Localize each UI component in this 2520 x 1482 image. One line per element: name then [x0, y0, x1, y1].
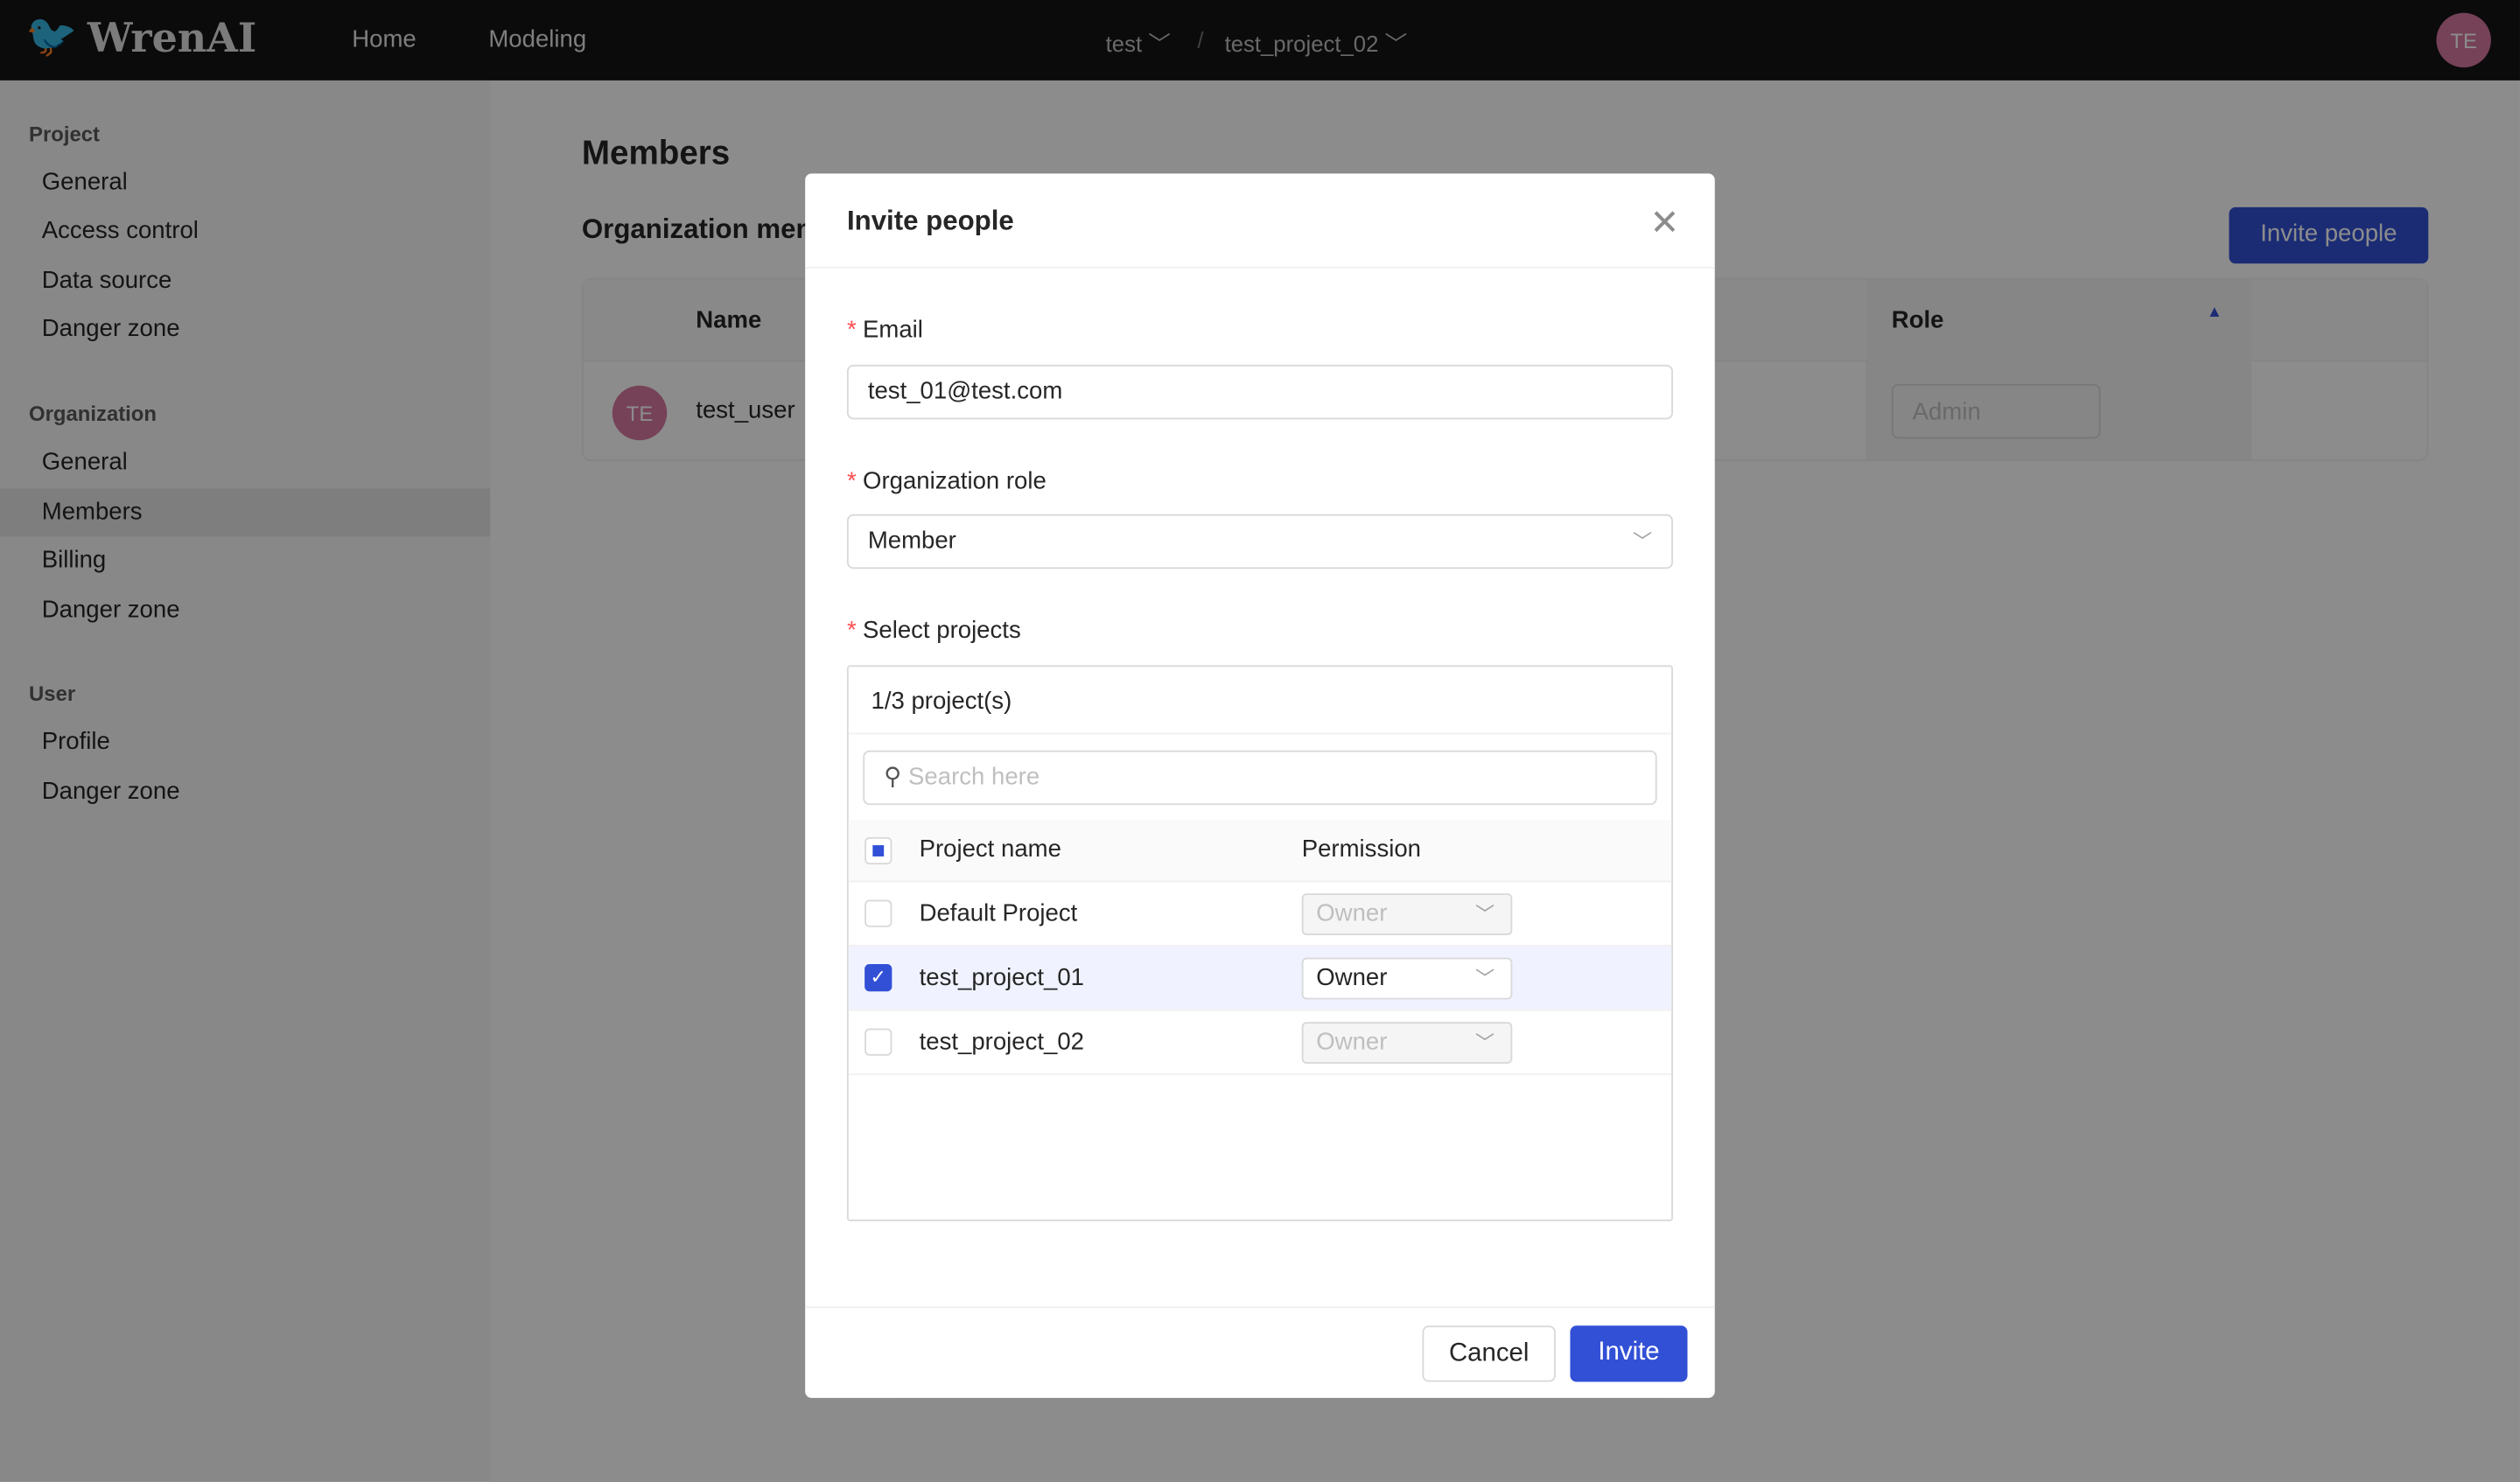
email-field[interactable]: test_01@test.com — [846, 364, 1674, 420]
modal-footer: Cancel Invite — [805, 1306, 1715, 1398]
email-label: * Email — [846, 316, 923, 345]
search-icon: ⚲ — [884, 763, 902, 791]
invite-button[interactable]: Invite — [1570, 1325, 1688, 1382]
table-row[interactable]: ✓ test_project_01 Owner ﹀ — [848, 946, 1672, 1011]
row-checkbox-checked[interactable]: ✓ — [864, 964, 892, 992]
column-header-permission: Permission — [1301, 835, 1421, 863]
projects-count: 1/3 project(s) — [848, 667, 1672, 735]
project-transfer: 1/3 project(s) ⚲ Search here Project nam… — [846, 665, 1674, 1221]
invite-people-modal: Invite people ✕ * Email test_01@test.com *… — [805, 173, 1715, 1398]
projects-label: * Select projects — [846, 617, 1021, 645]
permission-select[interactable]: Owner ﹀ — [1301, 957, 1513, 1000]
org-role-select[interactable]: Member ﹀ — [846, 514, 1674, 570]
row-checkbox[interactable] — [864, 1028, 892, 1056]
chevron-down-icon: ﹀ — [1633, 530, 1653, 553]
chevron-down-icon: ﹀ — [1475, 967, 1495, 990]
table-row[interactable]: test_project_02 Owner ﹀ — [848, 1010, 1672, 1075]
chevron-down-icon: ﹀ — [1475, 1031, 1495, 1054]
close-icon[interactable]: ✕ — [1649, 202, 1679, 244]
permission-select[interactable]: Owner ﹀ — [1301, 893, 1513, 935]
column-header-project: Project name — [919, 835, 1061, 863]
search-placeholder: Search here — [908, 763, 1040, 791]
row-checkbox[interactable] — [864, 899, 892, 927]
project-name: Default Project — [919, 899, 1078, 927]
table-row[interactable]: Default Project Owner ﹀ — [848, 882, 1672, 947]
project-name: test_project_02 — [919, 1028, 1084, 1056]
org-role-value: Member — [867, 527, 956, 555]
cancel-button[interactable]: Cancel — [1422, 1325, 1556, 1382]
select-all-checkbox[interactable] — [864, 836, 892, 865]
project-search-input[interactable]: ⚲ Search here — [863, 750, 1657, 806]
org-role-label: * Organization role — [846, 467, 1046, 495]
modal-title: Invite people — [846, 206, 1014, 236]
project-table-header: Project name Permission — [848, 819, 1672, 883]
permission-select[interactable]: Owner ﹀ — [1301, 1022, 1513, 1064]
chevron-down-icon: ﹀ — [1475, 903, 1495, 926]
project-name: test_project_01 — [919, 964, 1084, 992]
